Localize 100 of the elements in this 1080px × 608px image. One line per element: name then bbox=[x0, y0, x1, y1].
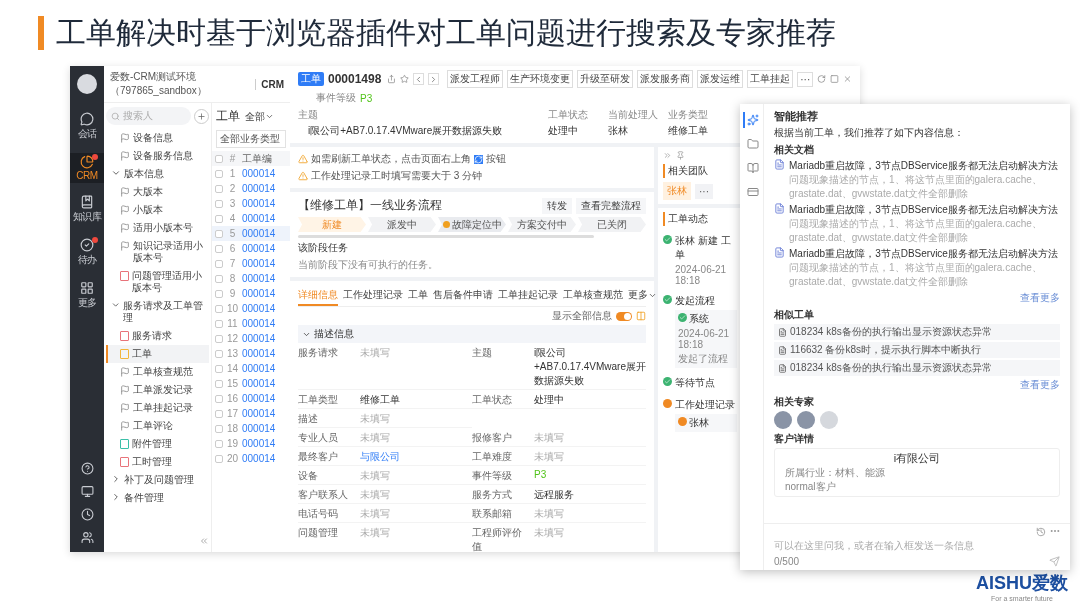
expert-avatar[interactable] bbox=[820, 411, 838, 429]
avatar[interactable] bbox=[77, 74, 97, 94]
tool-button[interactable] bbox=[742, 112, 761, 128]
ticket-link[interactable]: 000014 bbox=[242, 438, 276, 449]
ticket-link[interactable]: 000014 bbox=[242, 348, 276, 359]
checkbox[interactable] bbox=[215, 409, 223, 418]
ticket-link[interactable]: 000014 bbox=[242, 288, 276, 299]
checkbox[interactable] bbox=[215, 154, 223, 163]
ticket-link[interactable]: 000014 bbox=[242, 408, 276, 419]
ticket-link[interactable]: 000014 bbox=[242, 363, 276, 374]
ticket-link[interactable]: 000014 bbox=[242, 213, 276, 224]
doc-title[interactable]: Mariadb重启故障，3节点DBService服务都无法启动解决方法 bbox=[789, 203, 1060, 217]
next-button[interactable] bbox=[428, 73, 440, 85]
action-button[interactable]: 派发服务商 bbox=[637, 70, 694, 88]
table-row[interactable]: 7 000014 bbox=[212, 256, 290, 271]
tab[interactable]: 工单挂起记录 bbox=[498, 286, 558, 306]
checkbox[interactable] bbox=[215, 334, 223, 343]
table-row[interactable]: 10 000014 bbox=[212, 301, 290, 316]
ticket-link[interactable]: 000014 bbox=[242, 423, 276, 434]
toggle-switch[interactable] bbox=[616, 311, 632, 321]
tree-item[interactable]: 工单挂起记录 bbox=[106, 399, 209, 417]
action-button[interactable]: 生产环境变更 bbox=[507, 70, 574, 88]
table-row[interactable]: 9 000014 bbox=[212, 286, 290, 301]
doc-title[interactable]: Mariadb重启故障，3节点DBService服务都无法启动解决方法 bbox=[789, 159, 1060, 173]
tree-item[interactable]: 设备服务信息 bbox=[106, 147, 209, 165]
similar-ticket[interactable]: 018234 k8s备份的执行输出显示资源状态异常 bbox=[774, 360, 1060, 376]
checkbox[interactable] bbox=[215, 319, 223, 328]
nav-item[interactable]: 知识库 bbox=[70, 193, 104, 226]
filter-dropdown[interactable]: 全部 bbox=[245, 109, 274, 124]
ticket-link[interactable]: 000014 bbox=[242, 273, 276, 284]
table-row[interactable]: 14 000014 bbox=[212, 361, 290, 376]
add-button[interactable] bbox=[194, 108, 209, 124]
tree-group[interactable]: 备件管理 bbox=[106, 489, 209, 507]
action-button[interactable]: 工单挂起 bbox=[747, 70, 794, 88]
tree-group[interactable]: 版本信息 bbox=[106, 165, 209, 183]
tree-item[interactable]: 工单 bbox=[106, 345, 209, 363]
tree-item[interactable]: 问题管理适用小版本号 bbox=[106, 267, 209, 297]
ticket-link[interactable]: 000014 bbox=[242, 183, 276, 194]
ticket-link[interactable]: 000014 bbox=[242, 168, 276, 179]
table-row[interactable]: 2 000014 bbox=[212, 181, 290, 196]
checkbox[interactable] bbox=[215, 394, 223, 403]
table-row[interactable]: 4 000014 bbox=[212, 211, 290, 226]
table-row[interactable]: 19 000014 bbox=[212, 436, 290, 451]
nav-item[interactable]: 待办 bbox=[70, 236, 104, 269]
tree-item[interactable]: 知识记录适用小版本号 bbox=[106, 237, 209, 267]
checkbox[interactable] bbox=[215, 244, 223, 253]
action-button[interactable]: 派发工程师 bbox=[447, 70, 504, 88]
nav-item[interactable]: 更多 bbox=[70, 279, 104, 312]
checkbox[interactable] bbox=[215, 169, 223, 178]
tree-item[interactable]: 工单核查规范 bbox=[106, 363, 209, 381]
action-button[interactable]: 升级至研发 bbox=[577, 70, 634, 88]
doc-title[interactable]: Mariadb重启故障，3节点DBService服务都无法启动解决方法 bbox=[789, 247, 1060, 261]
ticket-link[interactable]: 000014 bbox=[242, 393, 276, 404]
table-row[interactable]: 5 000014 bbox=[212, 226, 290, 241]
table-row[interactable]: 11 000014 bbox=[212, 316, 290, 331]
tab[interactable]: 工单核查规范 bbox=[563, 286, 623, 306]
ticket-link[interactable]: 000014 bbox=[242, 378, 276, 389]
checkbox[interactable] bbox=[215, 304, 223, 313]
checkbox[interactable] bbox=[215, 289, 223, 298]
tab[interactable]: 工作处理记录 bbox=[343, 286, 403, 306]
expert-avatar[interactable] bbox=[797, 411, 815, 429]
ticket-link[interactable]: 000014 bbox=[242, 243, 276, 254]
nav-item[interactable]: 会话 bbox=[70, 110, 104, 143]
section-header[interactable]: 描述信息 bbox=[298, 325, 646, 343]
tree-item[interactable]: 附件管理 bbox=[106, 435, 209, 453]
table-row[interactable]: 6 000014 bbox=[212, 241, 290, 256]
tab[interactable]: 工单 bbox=[408, 286, 428, 306]
tree-item[interactable]: 服务请求 bbox=[106, 327, 209, 345]
checkbox[interactable] bbox=[215, 349, 223, 358]
tree-item[interactable]: 小版本 bbox=[106, 201, 209, 219]
table-row[interactable]: 18 000014 bbox=[212, 421, 290, 436]
ticket-link[interactable]: 000014 bbox=[242, 453, 276, 464]
previous-button[interactable] bbox=[413, 73, 425, 85]
checkbox[interactable] bbox=[215, 274, 223, 283]
checkbox[interactable] bbox=[215, 439, 223, 448]
table-row[interactable]: 15 000014 bbox=[212, 376, 290, 391]
ticket-link[interactable]: 000014 bbox=[242, 258, 276, 269]
tree-item[interactable]: 大版本 bbox=[106, 183, 209, 201]
nav-item[interactable]: CRM bbox=[70, 153, 104, 183]
tab[interactable]: 更多 bbox=[628, 286, 657, 306]
similar-ticket[interactable]: 116632 备份k8s时，提示执行脚本中断执行 bbox=[774, 342, 1060, 358]
tab[interactable]: 售后备件申请 bbox=[433, 286, 493, 306]
checkbox[interactable] bbox=[215, 214, 223, 223]
similar-ticket[interactable]: 018234 k8s备份的执行输出显示资源状态异常 bbox=[774, 324, 1060, 340]
tree-item[interactable]: 工时管理 bbox=[106, 453, 209, 471]
checkbox[interactable] bbox=[215, 199, 223, 208]
ticket-link[interactable]: 000014 bbox=[242, 303, 276, 314]
table-row[interactable]: 17 000014 bbox=[212, 406, 290, 421]
checkbox[interactable] bbox=[215, 424, 223, 433]
checkbox[interactable] bbox=[215, 454, 223, 463]
checkbox[interactable] bbox=[215, 184, 223, 193]
tree-item[interactable]: 设备信息 bbox=[106, 129, 209, 147]
tree-group[interactable]: 补丁及问题管理 bbox=[106, 471, 209, 489]
ticket-link[interactable]: 000014 bbox=[242, 198, 276, 209]
table-row[interactable]: 1 000014 bbox=[212, 166, 290, 181]
checkbox[interactable] bbox=[215, 379, 223, 388]
tree-item[interactable]: 工单派发记录 bbox=[106, 381, 209, 399]
action-button[interactable]: 派发运维 bbox=[697, 70, 744, 88]
table-row[interactable]: 20 000014 bbox=[212, 451, 290, 466]
field-link[interactable]: 与限公司 bbox=[360, 450, 472, 464]
